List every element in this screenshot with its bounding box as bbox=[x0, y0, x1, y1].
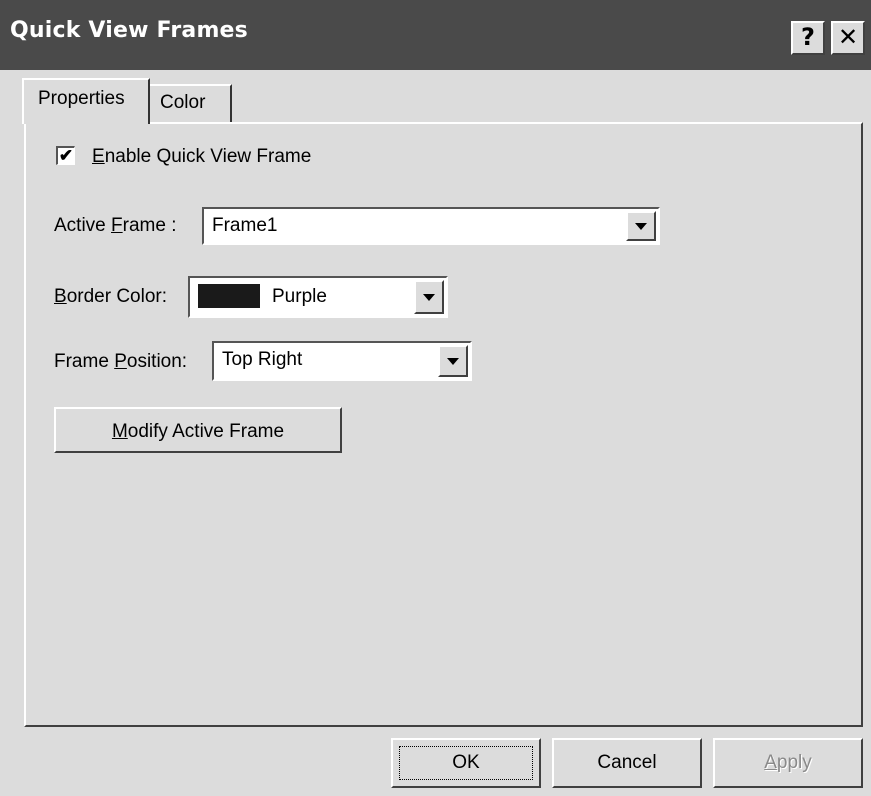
enable-mnemonic: E bbox=[92, 146, 105, 167]
active-frame-label: Active Frame : bbox=[54, 215, 177, 237]
frame-position-label-post: osition: bbox=[126, 351, 188, 372]
color-swatch bbox=[198, 284, 260, 308]
apply-label-rest: pply bbox=[776, 752, 812, 773]
frame-position-value: Top Right bbox=[222, 349, 303, 370]
tab-properties[interactable]: Properties bbox=[22, 78, 150, 124]
active-frame-mnemonic: F bbox=[111, 215, 123, 236]
active-frame-value: Frame1 bbox=[212, 215, 278, 236]
tab-properties-label: Properties bbox=[38, 88, 125, 109]
active-frame-label-pre: Active bbox=[54, 215, 112, 236]
enable-quick-view-label[interactable]: Enable Quick View Frame bbox=[92, 146, 311, 168]
chevron-down-icon[interactable] bbox=[626, 211, 656, 241]
tab-color[interactable]: Color bbox=[150, 84, 232, 122]
apply-button[interactable]: Apply bbox=[713, 738, 863, 788]
frame-position-label: Frame Position: bbox=[54, 351, 187, 373]
close-icon: ✕ bbox=[837, 23, 859, 51]
border-color-label-post: order Color: bbox=[66, 286, 168, 307]
modify-active-frame-button[interactable]: Modify Active Frame bbox=[54, 407, 342, 453]
frame-position-label-pre: Frame bbox=[54, 351, 115, 372]
cancel-label: Cancel bbox=[597, 752, 657, 773]
close-button[interactable]: ✕ bbox=[831, 21, 865, 55]
active-frame-select[interactable]: Frame1 bbox=[202, 207, 660, 245]
frame-position-select[interactable]: Top Right bbox=[212, 341, 472, 381]
ok-button[interactable]: OK bbox=[391, 738, 541, 788]
border-color-mnemonic: B bbox=[54, 286, 67, 307]
help-button[interactable]: ? bbox=[791, 21, 825, 55]
modify-label-rest: odify Active Frame bbox=[127, 421, 285, 442]
title-bar[interactable]: Quick View Frames ? ✕ bbox=[0, 0, 871, 70]
apply-mnemonic: A bbox=[764, 752, 777, 773]
modify-mnemonic: M bbox=[111, 421, 128, 442]
enable-label-rest: nable Quick View Frame bbox=[104, 146, 312, 167]
border-color-label: Border Color: bbox=[54, 286, 167, 308]
cancel-button[interactable]: Cancel bbox=[552, 738, 702, 788]
border-color-select[interactable]: Purple bbox=[188, 276, 448, 318]
check-mark-icon: ✔ bbox=[58, 146, 74, 165]
chevron-down-icon[interactable] bbox=[414, 280, 444, 314]
help-icon: ? bbox=[801, 23, 815, 51]
chevron-down-icon[interactable] bbox=[438, 345, 468, 377]
quick-view-frames-dialog: Quick View Frames ? ✕ Properties Color ✔… bbox=[0, 0, 871, 796]
tab-color-label: Color bbox=[160, 92, 206, 113]
border-color-value: Purple bbox=[272, 286, 327, 307]
enable-quick-view-checkbox[interactable]: ✔ bbox=[56, 146, 75, 165]
focus-rectangle bbox=[399, 746, 533, 780]
window-title: Quick View Frames bbox=[10, 18, 248, 43]
frame-position-mnemonic: P bbox=[114, 351, 127, 372]
active-frame-label-post: rame : bbox=[122, 215, 177, 236]
